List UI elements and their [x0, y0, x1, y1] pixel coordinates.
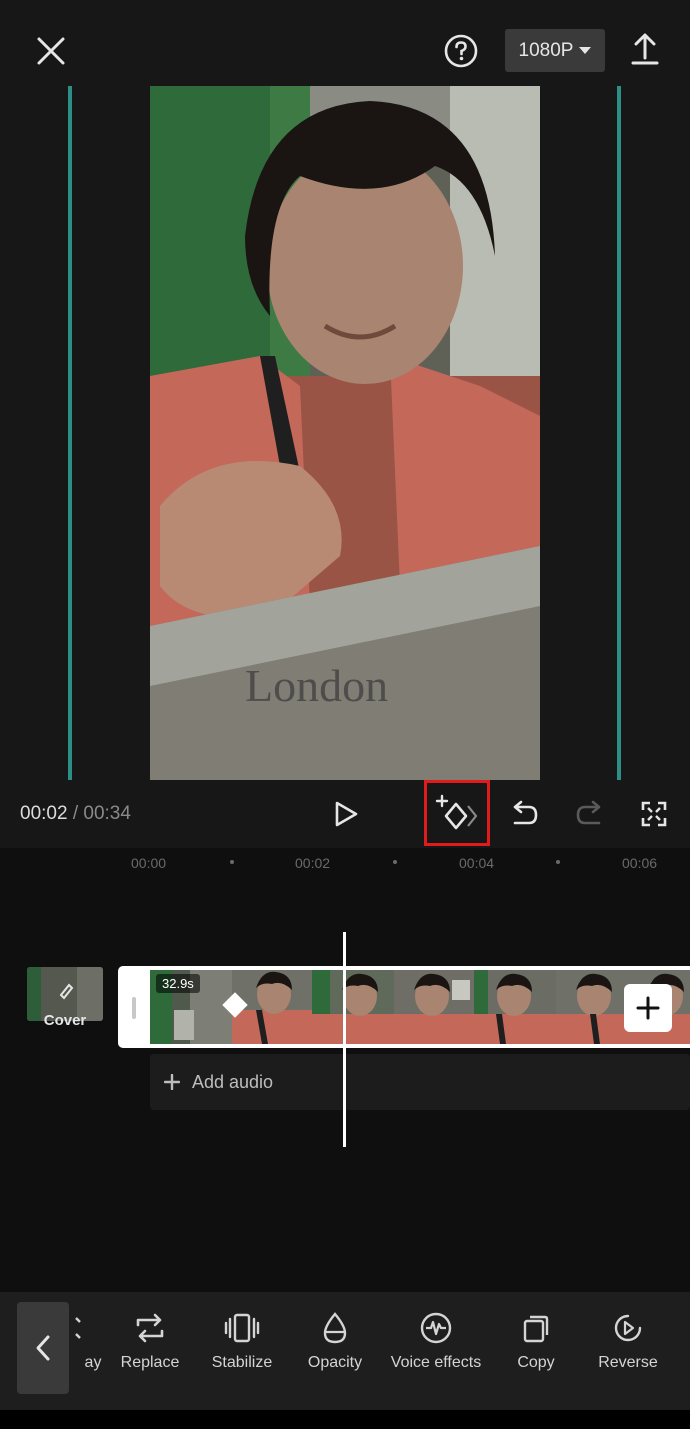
tool-label: Replace — [120, 1354, 180, 1371]
tool-label: Stabilize — [211, 1354, 273, 1371]
clip-trim-handle[interactable] — [132, 997, 136, 1019]
tool-reverse[interactable]: Reverse — [578, 1310, 678, 1372]
navigation-bar — [0, 1410, 690, 1429]
ruler-tick-label: 00:02 — [295, 855, 331, 871]
tool-label: Voice effects — [390, 1354, 482, 1371]
export-icon[interactable] — [624, 28, 666, 70]
copy-icon — [523, 1315, 549, 1343]
ruler-dot — [230, 860, 234, 864]
add-keyframe-icon[interactable] — [432, 790, 482, 838]
time-separator: / — [67, 803, 84, 824]
cover-label: Cover — [43, 1012, 87, 1029]
safe-area-guide-left — [68, 86, 72, 780]
help-icon[interactable] — [440, 30, 482, 72]
play-icon[interactable] — [328, 796, 364, 832]
ruler-tick-label: 00:06 — [622, 855, 658, 871]
undo-icon[interactable] — [506, 796, 542, 832]
safe-area-guide-right — [617, 86, 621, 780]
tool-label: Reverse — [598, 1354, 658, 1371]
svg-text:London: London — [245, 660, 388, 711]
current-time: 00:02 — [20, 803, 68, 824]
plus-icon — [164, 1074, 180, 1090]
voice-effects-icon — [420, 1312, 452, 1344]
add-audio-button[interactable]: Add audio — [150, 1054, 690, 1110]
timecode: 00:02 / 00:34 — [20, 803, 131, 825]
tool-replace[interactable]: Replace — [100, 1310, 200, 1372]
back-button[interactable] — [17, 1302, 69, 1394]
ruler-tick-label: 00:04 — [459, 855, 495, 871]
playhead[interactable] — [343, 932, 346, 1147]
close-icon[interactable] — [30, 30, 72, 72]
ruler-tick-label: 00:00 — [131, 855, 167, 871]
clip-duration-badge: 32.9s — [156, 974, 200, 993]
clip-thumbnail — [312, 970, 394, 1044]
add-audio-label: Add audio — [192, 1071, 274, 1092]
plus-icon — [636, 996, 660, 1020]
tool-voice-effects[interactable]: Voice effects — [386, 1310, 486, 1372]
chevron-left-icon — [36, 1335, 50, 1361]
replace-icon — [136, 1313, 164, 1343]
total-time: 00:34 — [83, 803, 131, 824]
chevron-down-icon — [579, 47, 592, 54]
resolution-dropdown[interactable]: 1080P — [505, 29, 605, 72]
redo-icon[interactable] — [572, 796, 608, 832]
stabilize-icon — [224, 1313, 260, 1343]
tool-label: Copy — [517, 1354, 555, 1371]
opacity-icon — [323, 1312, 347, 1344]
video-preview[interactable]: London — [150, 86, 540, 780]
fullscreen-icon[interactable] — [636, 796, 672, 832]
tool-stabilize[interactable]: Stabilize — [192, 1310, 292, 1372]
clip-thumbnail — [474, 970, 556, 1044]
tool-opacity[interactable]: Opacity — [285, 1310, 385, 1372]
reverse-icon — [614, 1314, 642, 1342]
tool-label: Opacity — [307, 1354, 363, 1371]
ruler-dot — [556, 860, 560, 864]
clip-thumbnail — [394, 970, 474, 1044]
add-clip-button[interactable] — [624, 984, 672, 1032]
resolution-label: 1080P — [518, 39, 574, 61]
ruler-dot — [393, 860, 397, 864]
tool-copy[interactable]: Copy — [486, 1310, 586, 1372]
